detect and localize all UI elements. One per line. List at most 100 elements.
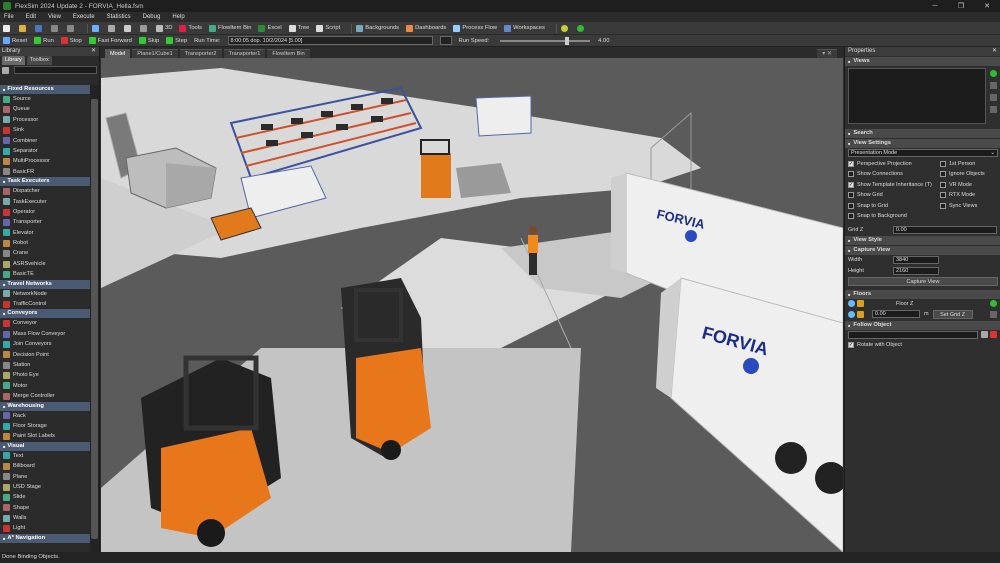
menu-edit[interactable]: Edit bbox=[26, 14, 36, 20]
library-item[interactable]: Sink bbox=[0, 125, 90, 135]
setting-checkbox[interactable] bbox=[848, 171, 854, 178]
add-icon[interactable] bbox=[990, 70, 997, 77]
tab-flowitem-bin[interactable]: FlowItem Bin bbox=[267, 49, 310, 58]
skip-button[interactable]: Skip bbox=[138, 37, 159, 44]
search-input[interactable] bbox=[14, 66, 97, 74]
eye-icon[interactable] bbox=[848, 300, 855, 308]
flowitem-bin-button[interactable]: FlowItem Bin bbox=[208, 24, 251, 32]
move-down-icon[interactable] bbox=[990, 94, 997, 101]
library-item[interactable]: BasicFR bbox=[0, 167, 90, 177]
rotate-with-object-checkbox[interactable]: ✓ bbox=[848, 342, 854, 349]
setting-checkbox[interactable] bbox=[848, 202, 854, 209]
library-item[interactable]: Conveyor bbox=[0, 318, 90, 328]
section-search[interactable]: ■ Search bbox=[845, 129, 1000, 138]
library-item[interactable]: Robot bbox=[0, 238, 90, 248]
maximize-button[interactable]: ❐ bbox=[948, 0, 974, 12]
backgrounds-button[interactable]: Backgrounds bbox=[356, 24, 399, 32]
grid-icon[interactable] bbox=[140, 24, 149, 32]
library-item[interactable]: USD Stage bbox=[0, 482, 90, 492]
library-item[interactable]: Source bbox=[0, 94, 90, 104]
width-field[interactable]: 3840 bbox=[893, 256, 939, 265]
library-item[interactable]: Light bbox=[0, 523, 90, 533]
setting-checkbox[interactable] bbox=[940, 181, 946, 188]
gear-icon[interactable] bbox=[560, 24, 570, 32]
library-item[interactable]: Join Conveyors bbox=[0, 339, 90, 349]
lock-icon[interactable] bbox=[857, 300, 864, 308]
setting-checkbox[interactable] bbox=[848, 213, 854, 220]
library-item[interactable]: Operator bbox=[0, 207, 90, 217]
library-scrollbar[interactable] bbox=[90, 85, 99, 552]
move-up-icon[interactable] bbox=[990, 82, 997, 89]
library-category[interactable]: ■ Travel Networks bbox=[0, 279, 90, 289]
library-item[interactable]: Walls bbox=[0, 513, 90, 523]
close-icon[interactable]: ✕ bbox=[992, 47, 997, 56]
tab-model[interactable]: Model bbox=[105, 49, 131, 58]
library-category[interactable]: ■ Fixed Resources bbox=[0, 85, 90, 94]
library-item[interactable]: Rack bbox=[0, 411, 90, 421]
library-item[interactable]: Shape bbox=[0, 503, 90, 513]
floor-z-field[interactable]: 0.00 bbox=[872, 310, 920, 319]
setting-checkbox[interactable]: ✓ bbox=[848, 161, 854, 167]
library-item[interactable]: Slide bbox=[0, 492, 90, 502]
library-item[interactable]: Floor Storage bbox=[0, 421, 90, 431]
tools-button[interactable]: Tools bbox=[179, 24, 202, 32]
remove-floor-icon[interactable] bbox=[990, 310, 997, 318]
view-mode-select[interactable]: Presentation Mode ⌄ bbox=[848, 149, 998, 158]
library-item[interactable]: Paint Slot Labels bbox=[0, 431, 90, 441]
library-category[interactable]: ■ Conveyors bbox=[0, 309, 90, 319]
library-item[interactable]: Station bbox=[0, 360, 90, 370]
workspaces-button[interactable]: Workspaces bbox=[504, 24, 545, 32]
save-icon[interactable] bbox=[35, 24, 44, 32]
stop-button[interactable]: Stop bbox=[60, 37, 82, 44]
menu-statistics[interactable]: Statistics bbox=[107, 14, 131, 20]
pointer-icon[interactable] bbox=[92, 24, 101, 32]
3d-scene[interactable]: FORVIA FORVIA bbox=[101, 58, 843, 552]
library-item[interactable]: Separator bbox=[0, 146, 90, 156]
globe-icon[interactable] bbox=[576, 24, 586, 32]
run-speed-slider[interactable] bbox=[500, 36, 591, 45]
menu-help[interactable]: Help bbox=[172, 14, 184, 20]
setting-checkbox[interactable] bbox=[848, 192, 854, 199]
setting-checkbox[interactable] bbox=[940, 171, 946, 178]
library-item[interactable]: Queue bbox=[0, 104, 90, 114]
menu-execute[interactable]: Execute bbox=[73, 14, 95, 20]
library-item[interactable]: Crane bbox=[0, 248, 90, 258]
library-item[interactable]: Plane bbox=[0, 472, 90, 482]
library-item[interactable]: MultiProcessor bbox=[0, 156, 90, 166]
follow-object-field[interactable] bbox=[848, 330, 978, 339]
library-item[interactable]: Dispatcher bbox=[0, 186, 90, 196]
library-item[interactable]: Decision Point bbox=[0, 350, 90, 360]
library-item[interactable]: ASRSvehicle bbox=[0, 259, 90, 269]
library-item[interactable]: BasicTE bbox=[0, 269, 90, 279]
run-time-menu[interactable] bbox=[439, 36, 452, 45]
tab-library[interactable]: Library bbox=[2, 56, 25, 65]
fast-forward-button[interactable]: Fast Forward bbox=[88, 37, 132, 44]
library-item[interactable]: Elevator bbox=[0, 228, 90, 238]
height-field[interactable]: 2160 bbox=[893, 266, 939, 275]
script-button[interactable]: Script bbox=[316, 24, 340, 32]
redo-icon[interactable] bbox=[67, 24, 76, 32]
section-views[interactable]: ■ Views bbox=[845, 57, 1000, 66]
process-flow-button[interactable]: Process Flow bbox=[453, 24, 497, 32]
setting-checkbox[interactable] bbox=[940, 160, 946, 167]
setting-checkbox[interactable] bbox=[940, 202, 946, 209]
section-floors[interactable]: ■ Floors bbox=[845, 289, 1000, 299]
library-item[interactable]: Photo Eye bbox=[0, 370, 90, 380]
dashboards-button[interactable]: Dashboards bbox=[406, 24, 446, 32]
3d-button[interactable]: 3D bbox=[156, 24, 172, 32]
tab-plane1-cube1[interactable]: Plane1/Cube1 bbox=[132, 49, 178, 58]
minimize-button[interactable]: ─ bbox=[922, 0, 948, 12]
close-button[interactable]: ✕ bbox=[974, 0, 1000, 12]
reset-button[interactable]: Reset bbox=[3, 37, 27, 44]
section-capture-view[interactable]: ■ Capture View bbox=[845, 246, 1000, 255]
undo-icon[interactable] bbox=[51, 24, 60, 32]
add-floor-icon[interactable] bbox=[990, 300, 997, 308]
refresh-icon[interactable] bbox=[990, 106, 997, 113]
library-item[interactable]: Combiner bbox=[0, 136, 90, 146]
run-time-field[interactable]: 8:00:05 dop. 10/2/2024 [5.00] bbox=[227, 36, 433, 45]
library-item[interactable]: TrafficControl bbox=[0, 299, 90, 309]
library-item[interactable]: NetworkNode bbox=[0, 289, 90, 299]
close-icon[interactable]: ✕ bbox=[91, 47, 96, 56]
clear-icon[interactable] bbox=[990, 331, 997, 339]
library-category[interactable]: ■ Task Executers bbox=[0, 177, 90, 187]
